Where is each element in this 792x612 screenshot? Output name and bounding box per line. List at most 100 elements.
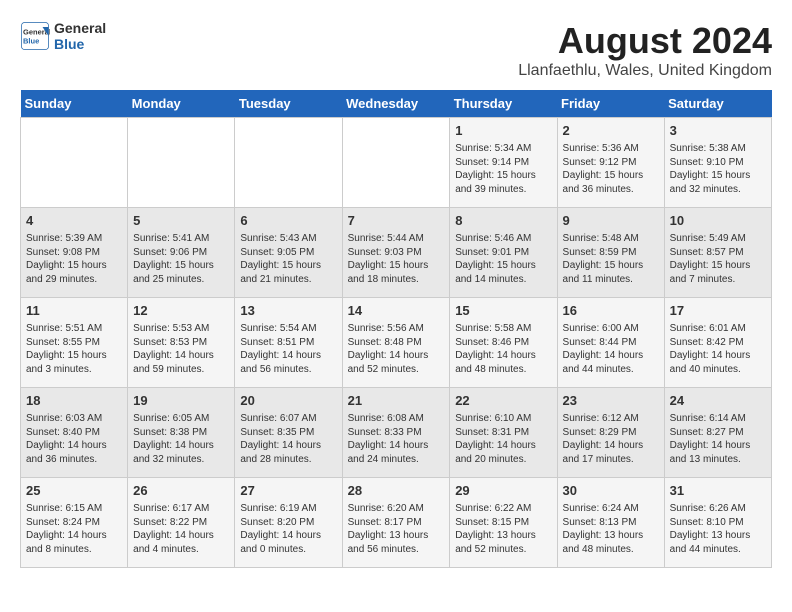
day-info: Sunrise: 6:26 AM Sunset: 8:10 PM Dayligh… bbox=[670, 502, 766, 556]
col-header-friday: Friday bbox=[557, 90, 664, 118]
day-info: Sunrise: 6:14 AM Sunset: 8:27 PM Dayligh… bbox=[670, 412, 766, 466]
calendar-cell: 9 Sunrise: 5:48 AM Sunset: 8:59 PM Daylig… bbox=[557, 208, 664, 298]
day-number: 9 bbox=[563, 212, 659, 230]
day-info: Sunrise: 6:08 AM Sunset: 8:33 PM Dayligh… bbox=[348, 412, 445, 466]
calendar-cell: 25 Sunrise: 6:15 AM Sunset: 8:24 PM Dayli… bbox=[21, 478, 128, 568]
day-info: Sunrise: 5:34 AM Sunset: 9:14 PM Dayligh… bbox=[455, 142, 551, 196]
day-number: 20 bbox=[240, 392, 336, 410]
calendar-cell: 17 Sunrise: 6:01 AM Sunset: 8:42 PM Dayli… bbox=[664, 298, 771, 388]
calendar-header-row: SundayMondayTuesdayWednesdayThursdayFrid… bbox=[21, 90, 772, 118]
day-number: 1 bbox=[455, 122, 551, 140]
calendar-cell: 24 Sunrise: 6:14 AM Sunset: 8:27 PM Dayli… bbox=[664, 388, 771, 478]
calendar-table: SundayMondayTuesdayWednesdayThursdayFrid… bbox=[20, 90, 772, 568]
calendar-week-row: 4Sunrise: 5:39 AM Sunset: 9:08 PM Daylig… bbox=[21, 208, 772, 298]
col-header-saturday: Saturday bbox=[664, 90, 771, 118]
calendar-cell: 4Sunrise: 5:39 AM Sunset: 9:08 PM Daylig… bbox=[21, 208, 128, 298]
day-info: Sunrise: 6:19 AM Sunset: 8:20 PM Dayligh… bbox=[240, 502, 336, 556]
day-info: Sunrise: 5:51 AM Sunset: 8:55 PM Dayligh… bbox=[26, 322, 122, 376]
month-year-title: August 2024 bbox=[518, 20, 772, 62]
calendar-cell: 30 Sunrise: 6:24 AM Sunset: 8:13 PM Dayli… bbox=[557, 478, 664, 568]
day-info: Sunrise: 5:58 AM Sunset: 8:46 PM Dayligh… bbox=[455, 322, 551, 376]
day-info: Sunrise: 6:00 AM Sunset: 8:44 PM Dayligh… bbox=[563, 322, 659, 376]
day-info: Sunrise: 5:53 AM Sunset: 8:53 PM Dayligh… bbox=[133, 322, 229, 376]
calendar-cell: 22 Sunrise: 6:10 AM Sunset: 8:31 PM Dayli… bbox=[450, 388, 557, 478]
day-number: 16 bbox=[563, 302, 659, 320]
col-header-tuesday: Tuesday bbox=[235, 90, 342, 118]
day-number: 15 bbox=[455, 302, 551, 320]
calendar-cell: 5 Sunrise: 5:41 AM Sunset: 9:06 PM Daylig… bbox=[128, 208, 235, 298]
day-info: Sunrise: 5:54 AM Sunset: 8:51 PM Dayligh… bbox=[240, 322, 336, 376]
svg-text:Blue: Blue bbox=[23, 37, 39, 46]
day-info: Sunrise: 6:24 AM Sunset: 8:13 PM Dayligh… bbox=[563, 502, 659, 556]
calendar-cell bbox=[128, 118, 235, 208]
day-info: Sunrise: 5:44 AM Sunset: 9:03 PM Dayligh… bbox=[348, 232, 445, 286]
day-info: Sunrise: 5:46 AM Sunset: 9:01 PM Dayligh… bbox=[455, 232, 551, 286]
calendar-cell: 29 Sunrise: 6:22 AM Sunset: 8:15 PM Dayli… bbox=[450, 478, 557, 568]
title-block: August 2024 Llanfaethlu, Wales, United K… bbox=[518, 20, 772, 80]
day-info: Sunrise: 5:36 AM Sunset: 9:12 PM Dayligh… bbox=[563, 142, 659, 196]
day-number: 26 bbox=[133, 482, 229, 500]
day-info: Sunrise: 6:17 AM Sunset: 8:22 PM Dayligh… bbox=[133, 502, 229, 556]
day-number: 10 bbox=[670, 212, 766, 230]
day-info: Sunrise: 5:38 AM Sunset: 9:10 PM Dayligh… bbox=[670, 142, 766, 196]
day-info: Sunrise: 5:43 AM Sunset: 9:05 PM Dayligh… bbox=[240, 232, 336, 286]
calendar-cell: 15 Sunrise: 5:58 AM Sunset: 8:46 PM Dayli… bbox=[450, 298, 557, 388]
day-number: 2 bbox=[563, 122, 659, 140]
calendar-cell: 26 Sunrise: 6:17 AM Sunset: 8:22 PM Dayli… bbox=[128, 478, 235, 568]
day-info: Sunrise: 5:49 AM Sunset: 8:57 PM Dayligh… bbox=[670, 232, 766, 286]
calendar-cell: 6Sunrise: 5:43 AM Sunset: 9:05 PM Daylig… bbox=[235, 208, 342, 298]
day-number: 25 bbox=[26, 482, 122, 500]
logo-icon: General Blue bbox=[20, 21, 50, 51]
calendar-cell bbox=[21, 118, 128, 208]
day-number: 29 bbox=[455, 482, 551, 500]
col-header-sunday: Sunday bbox=[21, 90, 128, 118]
page-header: General Blue General Blue August 2024 Ll… bbox=[20, 20, 772, 80]
day-info: Sunrise: 6:03 AM Sunset: 8:40 PM Dayligh… bbox=[26, 412, 122, 466]
day-info: Sunrise: 6:22 AM Sunset: 8:15 PM Dayligh… bbox=[455, 502, 551, 556]
day-number: 7 bbox=[348, 212, 445, 230]
day-info: Sunrise: 6:10 AM Sunset: 8:31 PM Dayligh… bbox=[455, 412, 551, 466]
day-info: Sunrise: 6:15 AM Sunset: 8:24 PM Dayligh… bbox=[26, 502, 122, 556]
day-number: 24 bbox=[670, 392, 766, 410]
day-number: 22 bbox=[455, 392, 551, 410]
location-subtitle: Llanfaethlu, Wales, United Kingdom bbox=[518, 62, 772, 80]
calendar-week-row: 25 Sunrise: 6:15 AM Sunset: 8:24 PM Dayli… bbox=[21, 478, 772, 568]
calendar-cell: 21 Sunrise: 6:08 AM Sunset: 8:33 PM Dayli… bbox=[342, 388, 450, 478]
calendar-cell: 31 Sunrise: 6:26 AM Sunset: 8:10 PM Dayli… bbox=[664, 478, 771, 568]
day-number: 13 bbox=[240, 302, 336, 320]
day-number: 28 bbox=[348, 482, 445, 500]
calendar-cell: 1 Sunrise: 5:34 AM Sunset: 9:14 PM Daylig… bbox=[450, 118, 557, 208]
calendar-cell: 10 Sunrise: 5:49 AM Sunset: 8:57 PM Dayli… bbox=[664, 208, 771, 298]
day-number: 12 bbox=[133, 302, 229, 320]
day-number: 8 bbox=[455, 212, 551, 230]
day-info: Sunrise: 5:41 AM Sunset: 9:06 PM Dayligh… bbox=[133, 232, 229, 286]
logo-general-text: General bbox=[54, 20, 106, 36]
day-info: Sunrise: 6:12 AM Sunset: 8:29 PM Dayligh… bbox=[563, 412, 659, 466]
day-number: 14 bbox=[348, 302, 445, 320]
calendar-cell: 8 Sunrise: 5:46 AM Sunset: 9:01 PM Daylig… bbox=[450, 208, 557, 298]
calendar-cell: 19Sunrise: 6:05 AM Sunset: 8:38 PM Dayli… bbox=[128, 388, 235, 478]
day-number: 18 bbox=[26, 392, 122, 410]
col-header-thursday: Thursday bbox=[450, 90, 557, 118]
calendar-week-row: 18 Sunrise: 6:03 AM Sunset: 8:40 PM Dayli… bbox=[21, 388, 772, 478]
calendar-cell bbox=[235, 118, 342, 208]
calendar-cell: 3Sunrise: 5:38 AM Sunset: 9:10 PM Daylig… bbox=[664, 118, 771, 208]
day-number: 31 bbox=[670, 482, 766, 500]
day-info: Sunrise: 6:01 AM Sunset: 8:42 PM Dayligh… bbox=[670, 322, 766, 376]
calendar-cell: 14 Sunrise: 5:56 AM Sunset: 8:48 PM Dayli… bbox=[342, 298, 450, 388]
calendar-cell: 16 Sunrise: 6:00 AM Sunset: 8:44 PM Dayli… bbox=[557, 298, 664, 388]
calendar-cell: 18 Sunrise: 6:03 AM Sunset: 8:40 PM Dayli… bbox=[21, 388, 128, 478]
day-number: 30 bbox=[563, 482, 659, 500]
calendar-cell: 12 Sunrise: 5:53 AM Sunset: 8:53 PM Dayli… bbox=[128, 298, 235, 388]
day-number: 11 bbox=[26, 302, 122, 320]
logo-blue-text: Blue bbox=[54, 36, 106, 52]
calendar-cell: 27Sunrise: 6:19 AM Sunset: 8:20 PM Dayli… bbox=[235, 478, 342, 568]
calendar-cell: 20Sunrise: 6:07 AM Sunset: 8:35 PM Dayli… bbox=[235, 388, 342, 478]
day-number: 5 bbox=[133, 212, 229, 230]
calendar-cell: 2 Sunrise: 5:36 AM Sunset: 9:12 PM Daylig… bbox=[557, 118, 664, 208]
calendar-cell: 7 Sunrise: 5:44 AM Sunset: 9:03 PM Daylig… bbox=[342, 208, 450, 298]
day-info: Sunrise: 5:56 AM Sunset: 8:48 PM Dayligh… bbox=[348, 322, 445, 376]
day-number: 21 bbox=[348, 392, 445, 410]
day-number: 17 bbox=[670, 302, 766, 320]
day-info: Sunrise: 5:48 AM Sunset: 8:59 PM Dayligh… bbox=[563, 232, 659, 286]
